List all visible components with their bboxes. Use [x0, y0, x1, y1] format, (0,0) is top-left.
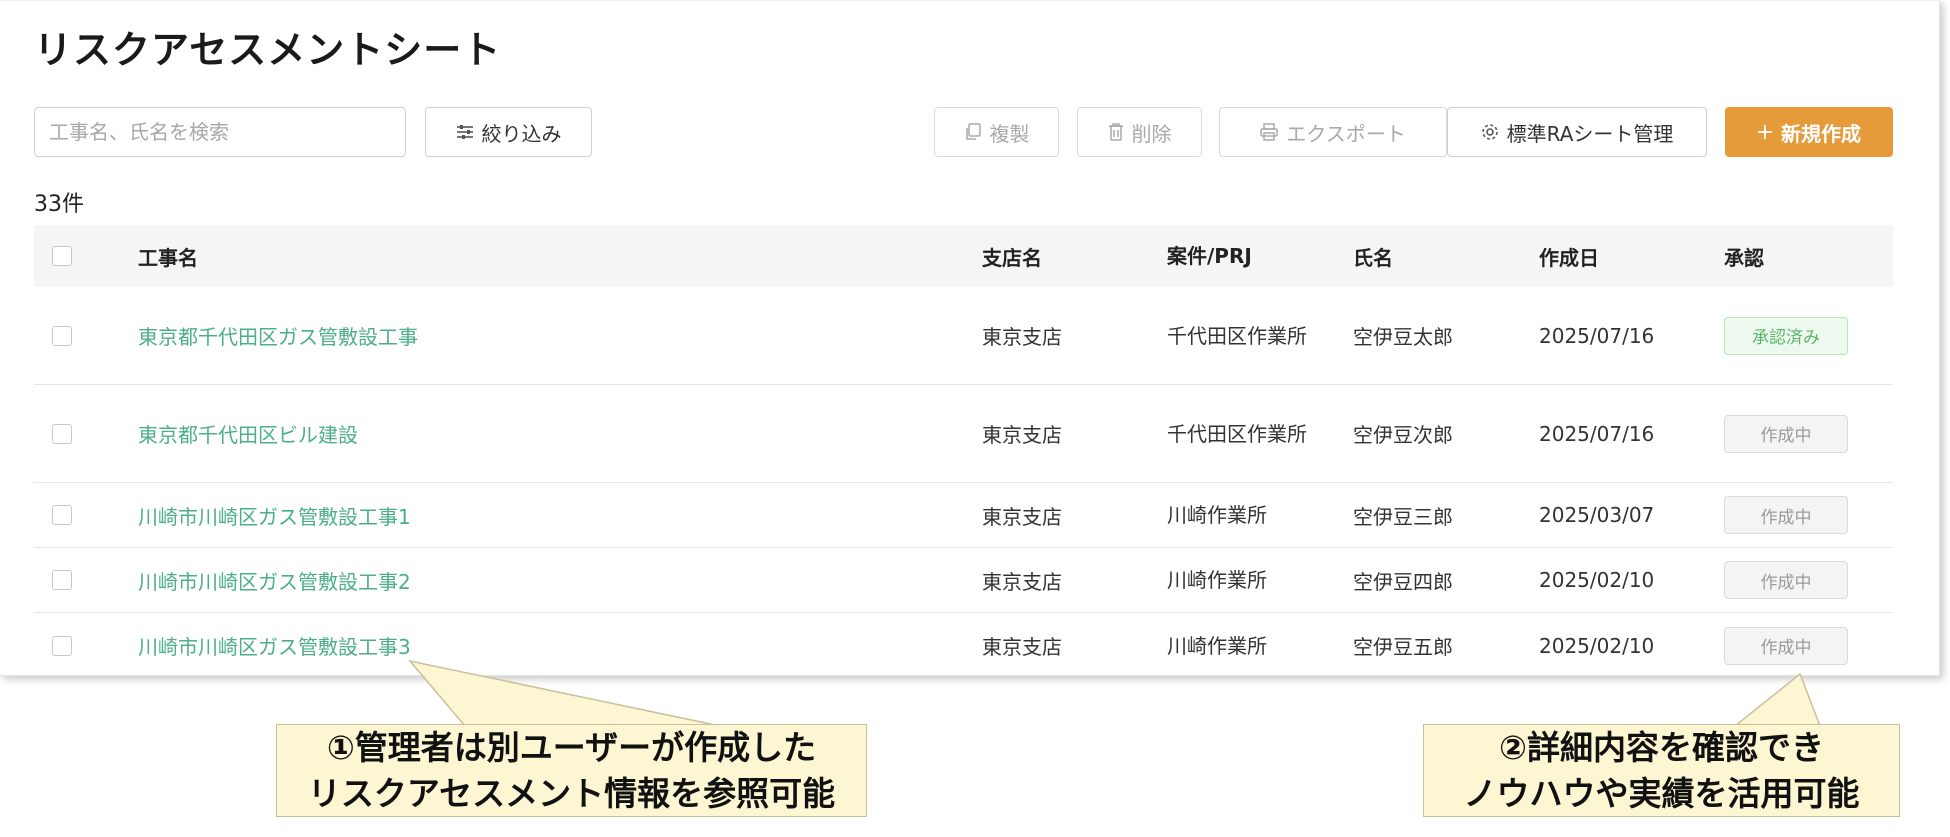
- risk-assessment-table: 工事名 支店名 案件/PRJ 氏名 作成日 承認 東京都千代田区ガス管敷設工事 …: [34, 225, 1893, 678]
- status-badge: 承認済み: [1724, 316, 1848, 355]
- prj-cell: 川崎作業所: [1167, 633, 1267, 658]
- date-cell: 2025/07/16: [1539, 323, 1655, 348]
- table-row: 川崎市川崎区ガス管敷設工事3 東京支店 川崎作業所 空伊豆五郎 2025/02/…: [34, 613, 1893, 678]
- header-branch[interactable]: 支店名: [982, 225, 1042, 287]
- trash-icon: [1108, 123, 1124, 141]
- printer-icon: [1260, 123, 1279, 141]
- person-cell: 空伊豆太郎: [1353, 325, 1453, 349]
- prj-cell: 千代田区作業所: [1167, 421, 1307, 446]
- header-person[interactable]: 氏名: [1353, 225, 1393, 287]
- delete-label: 削除: [1131, 121, 1172, 146]
- table-header-row: 工事名 支店名 案件/PRJ 氏名 作成日 承認: [34, 225, 1893, 287]
- header-prj[interactable]: 案件/PRJ: [1167, 225, 1317, 287]
- status-badge: 作成中: [1724, 496, 1848, 534]
- table-row: 東京都千代田区ビル建設 東京支店 千代田区作業所 空伊豆次郎 2025/07/1…: [34, 385, 1893, 483]
- row-checkbox[interactable]: [52, 505, 72, 525]
- person-cell: 空伊豆次郎: [1353, 423, 1453, 447]
- branch-cell: 東京支店: [982, 504, 1062, 529]
- callout-2-pointer: [1732, 672, 1822, 727]
- callout-detail-check: ②詳細内容を確認でき ノウハウや実績を活用可能: [1423, 724, 1900, 817]
- header-date[interactable]: 作成日: [1539, 225, 1599, 287]
- construction-name-link[interactable]: 川崎市川崎区ガス管敷設工事3: [138, 613, 411, 678]
- filter-button[interactable]: 絞り込み: [425, 107, 592, 157]
- status-badge: 作成中: [1724, 626, 1848, 665]
- table-row: 川崎市川崎区ガス管敷設工事1 東京支店 川崎作業所 空伊豆三郎 2025/03/…: [34, 483, 1893, 548]
- row-checkbox[interactable]: [52, 635, 72, 656]
- row-checkbox[interactable]: [52, 325, 72, 346]
- header-approval[interactable]: 承認: [1724, 225, 1764, 287]
- export-label: エクスポート: [1286, 121, 1406, 146]
- prj-cell: 千代田区作業所: [1167, 323, 1307, 348]
- approval-cell: 作成中: [1724, 385, 1848, 482]
- sliders-icon: [456, 124, 474, 140]
- filter-label: 絞り込み: [481, 121, 562, 146]
- row-checkbox-cell: [52, 613, 72, 678]
- select-all-cell: [52, 225, 72, 287]
- row-checkbox-cell: [52, 548, 72, 612]
- table-row: 東京都千代田区ガス管敷設工事 東京支店 千代田区作業所 空伊豆太郎 2025/0…: [34, 287, 1893, 385]
- person-cell: 空伊豆三郎: [1353, 504, 1453, 529]
- row-checkbox-cell: [52, 385, 72, 482]
- screenshot-panel: リスクアセスメントシート 絞り込み 複製 削除 エクスポート: [0, 0, 1940, 676]
- row-checkbox[interactable]: [52, 570, 72, 590]
- approval-cell: 作成中: [1724, 613, 1848, 678]
- row-checkbox-cell: [52, 287, 72, 384]
- new-label: 新規作成: [1781, 121, 1861, 146]
- standard-ra-sheet-button[interactable]: 標準RAシート管理: [1447, 107, 1707, 157]
- row-checkbox[interactable]: [52, 423, 72, 444]
- approval-cell: 作成中: [1724, 483, 1848, 547]
- header-name[interactable]: 工事名: [138, 225, 198, 287]
- date-cell: 2025/02/10: [1539, 568, 1655, 592]
- copy-label: 複製: [989, 121, 1030, 146]
- copy-button[interactable]: 複製: [934, 107, 1059, 157]
- callout-2-line1: ②詳細内容を確認でき: [1499, 727, 1824, 767]
- search-input[interactable]: [34, 107, 406, 157]
- person-cell: 空伊豆四郎: [1353, 569, 1453, 594]
- construction-name-link[interactable]: 東京都千代田区ビル建設: [138, 385, 358, 482]
- plus-icon: [1757, 124, 1773, 140]
- date-cell: 2025/03/07: [1539, 503, 1655, 527]
- page-title: リスクアセスメントシート: [34, 28, 502, 72]
- date-cell: 2025/07/16: [1539, 421, 1655, 446]
- status-badge: 作成中: [1724, 414, 1848, 453]
- standard-ra-sheet-label: 標準RAシート管理: [1506, 121, 1674, 146]
- delete-button[interactable]: 削除: [1077, 107, 1202, 157]
- new-button[interactable]: 新規作成: [1725, 107, 1893, 157]
- approval-cell: 作成中: [1724, 548, 1848, 612]
- branch-cell: 東京支店: [982, 325, 1062, 349]
- prj-cell: 川崎作業所: [1167, 568, 1267, 592]
- callout-1-line2: リスクアセスメント情報を参照可能: [307, 773, 836, 813]
- result-count: 33件: [34, 192, 84, 217]
- copy-icon: [964, 123, 982, 141]
- date-cell: 2025/02/10: [1539, 633, 1655, 658]
- row-checkbox-cell: [52, 483, 72, 547]
- construction-name-link[interactable]: 東京都千代田区ガス管敷設工事: [138, 287, 418, 384]
- gear-icon: [1481, 123, 1499, 141]
- callout-admin-reference: ①管理者は別ユーザーが作成した リスクアセスメント情報を参照可能: [276, 724, 867, 817]
- branch-cell: 東京支店: [982, 423, 1062, 447]
- construction-name-link[interactable]: 川崎市川崎区ガス管敷設工事1: [138, 483, 411, 547]
- branch-cell: 東京支店: [982, 569, 1062, 594]
- export-button[interactable]: エクスポート: [1219, 107, 1447, 157]
- select-all-checkbox[interactable]: [52, 246, 72, 266]
- prj-cell: 川崎作業所: [1167, 503, 1267, 527]
- branch-cell: 東京支店: [982, 635, 1062, 659]
- table-row: 川崎市川崎区ガス管敷設工事2 東京支店 川崎作業所 空伊豆四郎 2025/02/…: [34, 548, 1893, 613]
- status-badge: 作成中: [1724, 561, 1848, 599]
- person-cell: 空伊豆五郎: [1353, 635, 1453, 659]
- callout-2-line2: ノウハウや実績を活用可能: [1463, 773, 1860, 813]
- approval-cell: 承認済み: [1724, 287, 1848, 384]
- callout-1-line1: ①管理者は別ユーザーが作成した: [326, 727, 817, 767]
- construction-name-link[interactable]: 川崎市川崎区ガス管敷設工事2: [138, 548, 411, 612]
